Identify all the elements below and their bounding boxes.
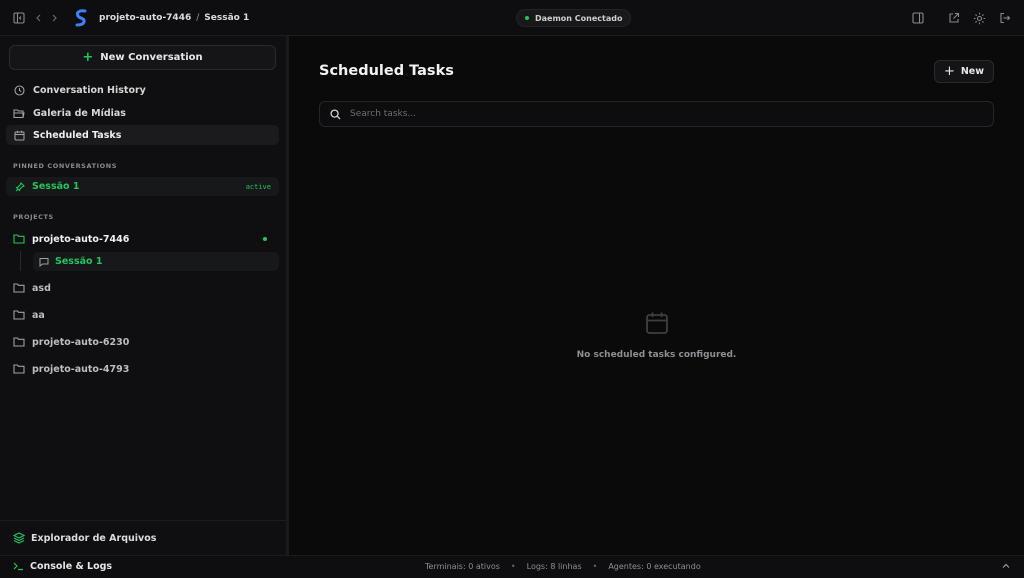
logs-stat: Logs: 8 linhas <box>526 562 582 571</box>
nav-label: Galeria de Mídias <box>33 107 126 119</box>
new-conversation-label: New Conversation <box>100 52 203 63</box>
nav-conversation-history[interactable]: Conversation History <box>6 80 279 100</box>
nav-scheduled-tasks[interactable]: Scheduled Tasks <box>6 125 279 145</box>
search-icon <box>329 108 341 120</box>
projects-section-title: PROJECTS <box>13 213 54 221</box>
pinned-conversation-item[interactable]: Sessão 1 active <box>6 177 279 196</box>
empty-state-message: No scheduled tasks configured. <box>576 350 737 360</box>
search-bar <box>319 101 994 127</box>
new-conversation-button[interactable]: + New Conversation <box>9 45 276 70</box>
status-bar: Console & Logs Terminais: 0 ativos • Log… <box>0 555 1024 578</box>
chat-bubble-icon <box>38 256 50 268</box>
project-label: projeto-auto-6230 <box>32 336 130 348</box>
folder-icon <box>13 282 25 294</box>
folder-icon <box>13 363 25 375</box>
app-logo-icon <box>74 9 88 27</box>
project-session-item[interactable]: Sessão 1 <box>33 252 279 271</box>
project-label: projeto-auto-7446 <box>32 233 130 245</box>
project-item[interactable]: projeto-auto-4793 <box>13 361 273 377</box>
panel-toggle-icon[interactable] <box>910 10 926 26</box>
status-dot-icon <box>525 16 529 20</box>
status-stats: Terminais: 0 ativos • Logs: 8 linhas • A… <box>425 562 701 571</box>
search-input[interactable] <box>350 109 950 119</box>
file-explorer-button[interactable]: Explorador de Arquivos <box>0 520 286 555</box>
project-item[interactable]: projeto-auto-6230 <box>13 334 273 350</box>
calendar-icon <box>13 129 25 141</box>
folder-icon <box>13 233 25 245</box>
clock-icon <box>13 84 25 96</box>
nav-label: Conversation History <box>33 84 146 96</box>
terminals-stat: Terminais: 0 ativos <box>425 562 500 571</box>
external-link-icon[interactable] <box>946 10 962 26</box>
new-task-label: New <box>960 66 985 77</box>
project-item[interactable]: aa <box>13 307 273 323</box>
folder-open-icon <box>13 107 25 119</box>
project-label: aa <box>32 309 45 321</box>
forward-icon[interactable] <box>46 10 62 26</box>
main-content: Scheduled Tasks + New No scheduled tasks… <box>289 36 1024 555</box>
active-badge: active <box>245 182 271 191</box>
console-logs-button[interactable]: Console & Logs <box>12 560 112 572</box>
nav-label: Scheduled Tasks <box>33 129 122 141</box>
nav-media-gallery[interactable]: Galeria de Mídias <box>6 103 279 123</box>
breadcrumb: projeto-auto-7446 / Sessão 1 <box>99 11 249 25</box>
project-active-dot-icon <box>263 237 267 241</box>
new-task-button[interactable]: + New <box>934 60 994 83</box>
terminal-icon <box>12 560 24 572</box>
plus-icon: + <box>82 49 94 65</box>
logout-icon[interactable] <box>997 10 1013 26</box>
console-logs-label: Console & Logs <box>30 560 113 572</box>
session-label: Sessão 1 <box>55 256 103 267</box>
page-title: Scheduled Tasks <box>319 63 454 79</box>
pinned-conversation-label: Sessão 1 <box>32 181 80 192</box>
project-label: projeto-auto-4793 <box>32 363 130 375</box>
stat-separator: • <box>510 562 516 571</box>
pinned-section-title: PINNED CONVERSATIONS <box>13 162 118 170</box>
settings-gear-icon[interactable] <box>971 10 987 26</box>
top-bar: projeto-auto-7446 / Sessão 1 Daemon Cone… <box>0 0 1024 36</box>
tree-guide-line <box>20 251 21 271</box>
project-item[interactable]: asd <box>13 280 273 296</box>
back-icon[interactable] <box>31 10 47 26</box>
sidebar-collapse-icon[interactable] <box>11 10 27 26</box>
project-label: asd <box>32 282 51 294</box>
agents-stat: Agentes: 0 executando <box>608 562 701 571</box>
stat-separator: • <box>592 562 598 571</box>
daemon-status-text: Daemon Conectado <box>535 13 623 23</box>
layers-icon <box>13 532 25 544</box>
project-item[interactable]: projeto-auto-7446 <box>13 231 273 247</box>
chevron-up-icon[interactable] <box>1001 561 1011 574</box>
folder-icon <box>13 336 25 348</box>
breadcrumb-session[interactable]: Sessão 1 <box>204 11 249 25</box>
file-explorer-label: Explorador de Arquivos <box>31 532 157 544</box>
daemon-status-badge: Daemon Conectado <box>516 9 632 27</box>
plus-icon: + <box>943 63 955 79</box>
sidebar: + New Conversation Conversation History … <box>0 36 286 555</box>
pin-icon <box>14 181 26 193</box>
calendar-empty-icon <box>644 310 670 336</box>
breadcrumb-project[interactable]: projeto-auto-7446 <box>99 11 191 25</box>
breadcrumb-separator: / <box>196 13 200 23</box>
folder-icon <box>13 309 25 321</box>
